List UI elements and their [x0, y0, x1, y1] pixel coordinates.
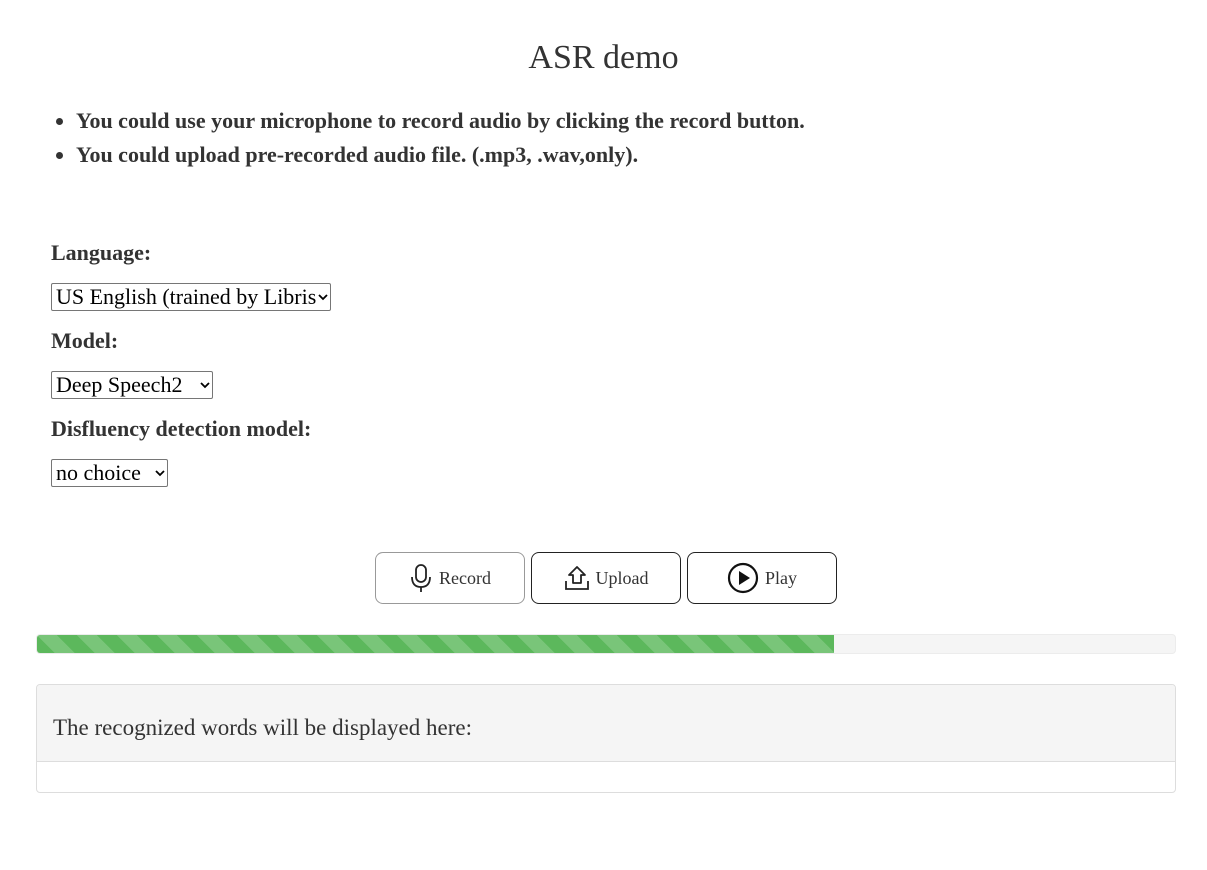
language-select-value: US English (trained by Librispeech)	[56, 284, 316, 309]
instruction-item: You could use your microphone to record …	[76, 104, 805, 138]
play-icon	[727, 562, 759, 594]
asr-demo-page: ASR demo You could use your microphone t…	[0, 0, 1207, 870]
language-label: Language:	[51, 240, 152, 265]
model-label: Model:	[51, 328, 119, 353]
page-title: ASR demo	[528, 39, 679, 76]
model-select[interactable]: Deep Speech2	[51, 371, 213, 399]
record-button[interactable]: Record	[375, 552, 525, 604]
result-panel: The recognized words will be displayed h…	[36, 684, 1176, 793]
instructions-list: You could use your microphone to record …	[36, 104, 805, 172]
progress-bar-fill	[37, 635, 834, 653]
instruction-item: You could upload pre-recorded audio file…	[76, 138, 805, 172]
upload-icon	[564, 564, 590, 592]
play-button[interactable]: Play	[687, 552, 837, 604]
chevron-down-icon	[153, 460, 167, 486]
disfluency-select-value: no choice	[56, 460, 141, 485]
chevron-down-icon	[198, 372, 212, 398]
progress-bar	[36, 634, 1176, 654]
play-button-label: Play	[764, 567, 797, 588]
chevron-down-icon	[316, 284, 330, 310]
disfluency-model-label: Disfluency detection model:	[51, 416, 312, 441]
language-select[interactable]: US English (trained by Librispeech)	[51, 283, 331, 311]
recognized-words-output	[37, 762, 1175, 792]
microphone-icon	[409, 563, 433, 593]
upload-button-label: Upload	[595, 567, 649, 588]
model-select-value: Deep Speech2	[56, 372, 183, 397]
result-panel-heading: The recognized words will be displayed h…	[37, 685, 1175, 762]
record-button-label: Record	[439, 567, 491, 588]
upload-button[interactable]: Upload	[531, 552, 681, 604]
disfluency-model-select[interactable]: no choice	[51, 459, 168, 487]
